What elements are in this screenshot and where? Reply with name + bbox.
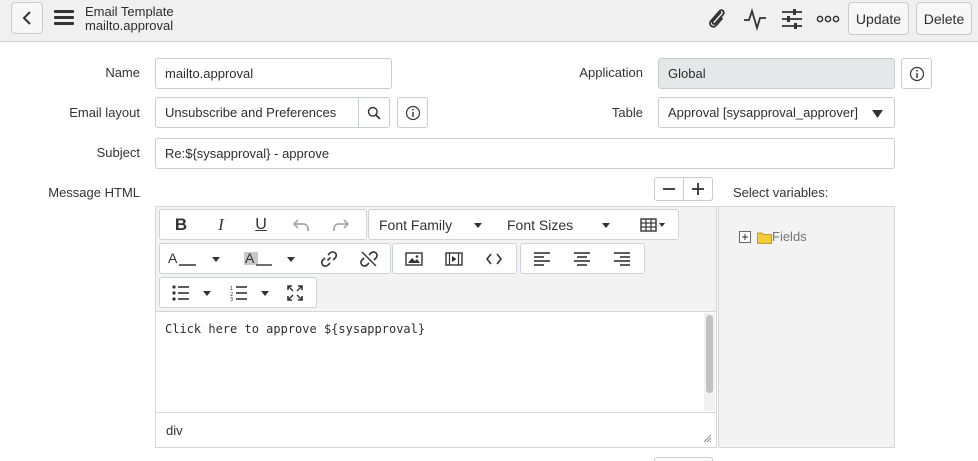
resize-handle-icon[interactable] [702,433,712,443]
back-button[interactable] [11,2,43,34]
media-toolbar-group [392,243,517,274]
email-layout-info-button[interactable] [397,97,428,128]
application-field: Global [658,58,895,89]
numbered-list-caret-icon [261,291,269,296]
subject-label: Subject [96,145,140,160]
record-name: mailto.approval [85,18,174,33]
color-toolbar-group: A A [159,243,391,274]
shrink-editor-button[interactable] [654,177,684,201]
form-title: Email Template [85,4,174,19]
bold-icon[interactable]: B [164,210,198,239]
text-color-caret-icon [212,257,220,262]
italic-icon[interactable]: I [204,210,238,239]
plus-icon [692,183,704,195]
dropdown-arrow-icon [872,110,883,118]
bullet-list-icon[interactable] [166,278,196,307]
subject-input[interactable]: Re:${sysapproval} - approve [155,138,895,169]
menu-icon[interactable] [54,10,74,26]
expand-editor-button[interactable] [683,177,713,201]
delete-button[interactable]: Delete [916,2,972,35]
format-toolbar-group: B I U [159,209,367,240]
expand-plus-icon[interactable] [739,231,751,243]
svg-text:A: A [245,251,255,266]
font-toolbar-group: Font Family Font Sizes [368,209,679,240]
table-select-value: Approval [sysapproval_approver] [668,105,859,120]
email-layout-input[interactable]: Unsubscribe and Preferences [155,97,359,128]
variables-tree: Fields [718,206,895,448]
numbered-list-icon[interactable]: 123 [224,278,254,307]
font-sizes-caret-icon [602,223,610,228]
minus-icon [663,188,675,190]
folder-icon [757,232,772,244]
editor-toolbar: B I U Font Family Font Sizes A A 1 2 3 [155,206,717,311]
align-right-icon[interactable] [605,244,639,273]
text-color-icon[interactable]: A [168,244,208,273]
application-label: Application [579,65,643,80]
font-family-caret-icon [474,223,482,228]
message-html-label: Message HTML [48,185,140,200]
link-icon[interactable] [312,244,346,273]
undo-icon[interactable] [284,210,318,239]
email-layout-label: Email layout [69,105,140,120]
info-icon [405,105,420,120]
more-options-icon[interactable] [815,6,841,32]
table-select[interactable]: Approval [sysapproval_approver] [658,97,895,128]
editor-statusbar: div [155,412,717,448]
search-icon [367,106,381,120]
chevron-left-icon [22,11,31,25]
table-insert-icon[interactable] [633,210,673,239]
list-toolbar-group: 123 [159,277,317,308]
info-icon [909,66,924,81]
bullet-list-caret-icon [203,291,211,296]
source-code-icon[interactable] [477,244,511,273]
font-sizes-label: Font Sizes [507,216,574,233]
svg-text:A: A [168,251,178,266]
email-layout-lookup-button[interactable] [358,97,390,128]
redo-icon[interactable] [324,210,358,239]
editor-content[interactable]: Click here to approve ${sysapproval} [155,311,717,413]
image-icon[interactable] [397,244,431,273]
align-left-icon[interactable] [525,244,559,273]
unlink-icon[interactable] [352,244,386,273]
video-icon[interactable] [437,244,471,273]
element-path[interactable]: div [166,423,183,438]
bottom-resize-buttons[interactable] [654,457,713,461]
fullscreen-icon[interactable] [278,278,312,307]
settings-sliders-icon[interactable] [779,6,805,32]
background-color-icon[interactable]: A [244,244,284,273]
name-input[interactable]: mailto.approval [155,58,392,89]
editor-scrollbar-thumb[interactable] [706,315,713,393]
align-toolbar-group [520,243,645,274]
fields-label: Fields [772,229,807,244]
update-button[interactable]: Update [848,2,909,35]
font-family-label: Font Family [379,216,453,233]
svg-text:3: 3 [230,297,233,301]
align-center-icon[interactable] [565,244,599,273]
paperclip-icon[interactable] [704,6,730,32]
select-variables-label: Select variables: [733,185,829,200]
underline-icon[interactable]: U [244,210,278,239]
form-header: Email Template mailto.approval Update De… [0,0,978,42]
background-color-caret-icon [287,257,295,262]
application-info-button[interactable] [901,58,932,89]
font-sizes-select[interactable]: Font Sizes [507,210,617,239]
table-label: Table [611,105,643,120]
activity-icon[interactable] [742,6,768,32]
name-label: Name [105,65,140,80]
